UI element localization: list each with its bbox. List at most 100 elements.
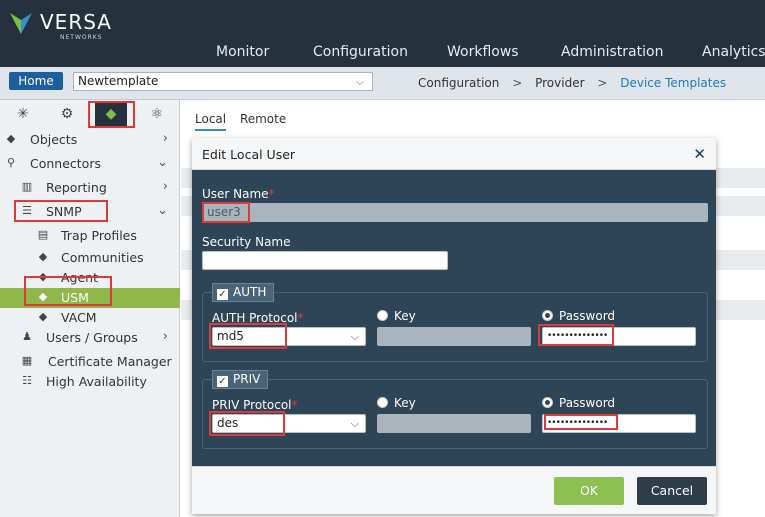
cancel-button[interactable]: Cancel bbox=[637, 477, 707, 505]
security-name-label: Security Name bbox=[202, 235, 291, 249]
cube-icon: ◆ bbox=[38, 290, 48, 303]
sidebar-item-communities[interactable]: ◆ Communities bbox=[0, 248, 180, 268]
chevron-down-icon: ⌵ bbox=[350, 330, 359, 343]
breadcrumb-configuration[interactable]: Configuration bbox=[418, 76, 499, 90]
dialog-header: Edit Local User ✕ bbox=[192, 138, 716, 170]
tab-local[interactable]: Local bbox=[195, 112, 227, 131]
context-bar: Home Newtemplate ⌵ Configuration > Provi… bbox=[0, 67, 765, 100]
dialog-footer: OK Cancel bbox=[192, 466, 716, 514]
cube-icon: ◆ bbox=[38, 270, 48, 283]
cube-icon: ◆ bbox=[38, 250, 48, 263]
sidebar-item-high-availability[interactable]: ☷ High Availability bbox=[0, 372, 180, 392]
chevron-down-icon: ⌄ bbox=[157, 155, 168, 170]
auth-protocol-label: AUTH Protocol* bbox=[212, 311, 304, 325]
dialog-title: Edit Local User bbox=[202, 147, 296, 162]
user-name-label-text: User Name bbox=[202, 187, 269, 201]
nav-administration[interactable]: Administration bbox=[561, 44, 663, 60]
priv-key-label: Key bbox=[394, 396, 416, 410]
sidebar-item-trap-profiles[interactable]: ▤ Trap Profiles bbox=[0, 226, 180, 246]
required-marker: * bbox=[297, 311, 304, 325]
priv-protocol-label: PRIV Protocol* bbox=[212, 398, 298, 412]
chevron-right-icon: › bbox=[162, 329, 168, 344]
sidebar-item-snmp[interactable]: ☰ SNMP ⌄ bbox=[0, 202, 180, 222]
sidebar-item-label: SNMP bbox=[46, 204, 82, 219]
priv-password-field[interactable]: •••••••••••••• bbox=[542, 414, 696, 433]
priv-checkbox[interactable]: ✓ PRIV bbox=[212, 370, 268, 389]
sidebar-item-vacm[interactable]: ◆ VACM bbox=[0, 308, 180, 328]
sidebar-item-label: Communities bbox=[61, 250, 144, 265]
sidebar-item-label: VACM bbox=[61, 310, 97, 325]
user-name-label: User Name* bbox=[202, 187, 275, 201]
sidebar-item-label: Trap Profiles bbox=[61, 228, 137, 243]
chevron-down-icon: ⌄ bbox=[157, 203, 168, 218]
auth-key-label: Key bbox=[394, 309, 416, 323]
gear-icon[interactable]: ⚙ bbox=[52, 102, 82, 126]
sidebar-item-certificate-manager[interactable]: ▦ Certificate Manager bbox=[0, 352, 180, 372]
home-button[interactable]: Home bbox=[9, 72, 63, 90]
brand-sub: NETWORKS bbox=[60, 34, 103, 41]
breadcrumb-separator: > bbox=[597, 76, 608, 90]
priv-protocol-label-text: PRIV Protocol bbox=[212, 398, 292, 412]
sidebar-item-objects[interactable]: ◆ Objects › bbox=[0, 130, 180, 150]
auth-checkbox[interactable]: ✓ AUTH bbox=[212, 283, 274, 302]
priv-password-label: Password bbox=[559, 396, 616, 410]
trap-icon: ▤ bbox=[37, 228, 49, 241]
sidebar-item-reporting[interactable]: ▥ Reporting › bbox=[0, 178, 180, 198]
nav-monitor[interactable]: Monitor bbox=[216, 44, 269, 60]
sidebar-item-agent[interactable]: ◆ Agent bbox=[0, 268, 180, 288]
versa-logo-icon bbox=[10, 13, 32, 34]
template-select[interactable]: Newtemplate ⌵ bbox=[73, 72, 373, 91]
security-name-field[interactable] bbox=[202, 251, 448, 270]
nav-configuration[interactable]: Configuration bbox=[313, 44, 408, 60]
sidebar-item-label: High Availability bbox=[46, 374, 147, 389]
template-select-value: Newtemplate bbox=[78, 74, 159, 88]
required-marker: * bbox=[291, 398, 298, 412]
auth-password-field[interactable]: •••••••••••••• bbox=[542, 327, 696, 346]
key-radio[interactable] bbox=[377, 310, 388, 321]
user-name-field[interactable]: user3 bbox=[202, 203, 708, 222]
close-icon[interactable]: ✕ bbox=[693, 145, 706, 163]
tab-remote[interactable]: Remote bbox=[240, 112, 286, 126]
key-radio[interactable] bbox=[377, 397, 388, 408]
breadcrumb-provider[interactable]: Provider bbox=[535, 76, 584, 90]
edit-local-user-dialog: Edit Local User ✕ User Name* user3 Secur… bbox=[192, 138, 716, 514]
auth-protocol-select[interactable]: md5 ⌵ bbox=[212, 327, 366, 346]
cube-icon: ◆ bbox=[6, 132, 16, 145]
cube-icon: ◆ bbox=[38, 310, 48, 323]
sidebar-item-usm[interactable]: ◆ USM bbox=[0, 288, 180, 308]
top-header: VERSA NETWORKS Monitor Configuration Wor… bbox=[0, 0, 765, 67]
sidebar-item-label: Users / Groups bbox=[46, 330, 138, 345]
chart-icon: ▥ bbox=[21, 180, 33, 193]
breadcrumb-separator: > bbox=[512, 76, 523, 90]
chevron-right-icon: › bbox=[162, 131, 168, 146]
sidebar-item-label: Agent bbox=[61, 270, 98, 285]
required-marker: * bbox=[268, 187, 275, 201]
brand-name: VERSA bbox=[40, 10, 112, 34]
cube-icon[interactable]: ◆ bbox=[95, 102, 127, 126]
ok-button[interactable]: OK bbox=[554, 477, 624, 505]
main-nav: Monitor Configuration Workflows Administ… bbox=[0, 44, 765, 64]
user-icon: ♟ bbox=[22, 330, 32, 343]
nav-analytics[interactable]: Analytics bbox=[702, 44, 765, 60]
certificate-icon: ▦ bbox=[21, 354, 33, 367]
sidebar-item-connectors[interactable]: ⚲ Connectors ⌄ bbox=[0, 154, 180, 174]
auth-protocol-label-text: AUTH Protocol bbox=[212, 311, 298, 325]
checkbox-checked-icon: ✓ bbox=[217, 376, 228, 387]
breadcrumb: Configuration > Provider > Device Templa… bbox=[418, 76, 726, 90]
auth-key-field[interactable] bbox=[377, 327, 531, 346]
sidebar-item-users-groups[interactable]: ♟ Users / Groups › bbox=[0, 328, 180, 348]
priv-checkbox-label: PRIV bbox=[233, 372, 261, 386]
priv-key-field[interactable] bbox=[377, 414, 531, 433]
auth-password-label: Password bbox=[559, 309, 616, 323]
services-icon[interactable]: ⚛ bbox=[142, 102, 172, 126]
priv-protocol-value: des bbox=[217, 416, 239, 430]
nav-workflows[interactable]: Workflows bbox=[447, 44, 519, 60]
priv-protocol-select[interactable]: des ⌵ bbox=[212, 414, 366, 433]
network-icon[interactable]: ✳ bbox=[8, 102, 38, 126]
password-radio[interactable] bbox=[542, 397, 553, 408]
checkbox-checked-icon: ✓ bbox=[217, 289, 228, 300]
connector-icon: ⚲ bbox=[6, 156, 16, 169]
password-radio[interactable] bbox=[542, 310, 553, 321]
breadcrumb-device-templates[interactable]: Device Templates bbox=[620, 76, 726, 90]
sidebar-tabs: ✳ ⚙ ◆ ⚛ bbox=[0, 100, 180, 128]
